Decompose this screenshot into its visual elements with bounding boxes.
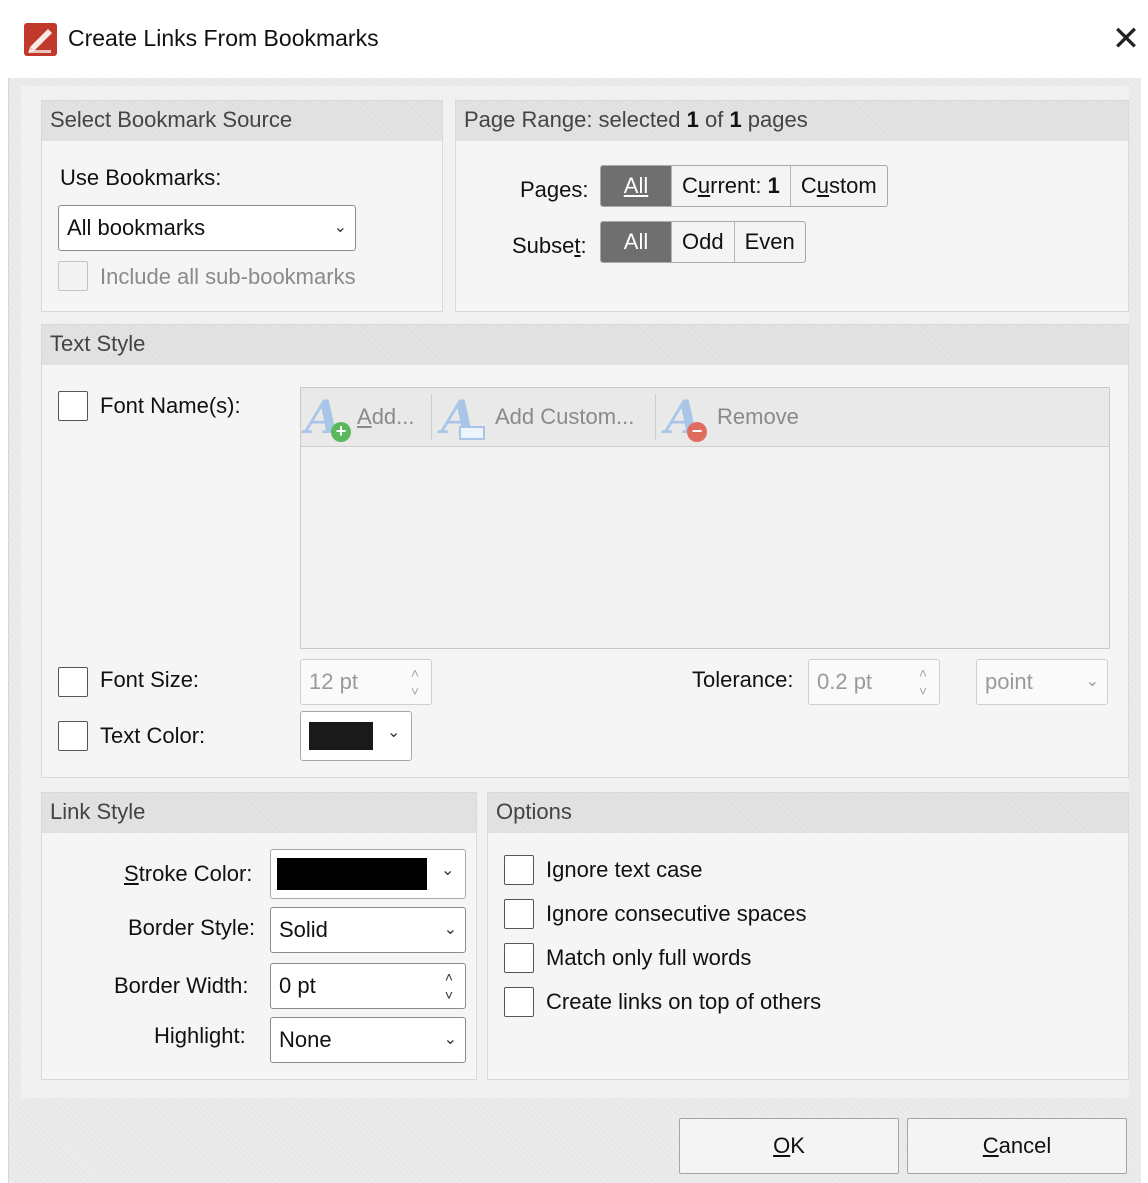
match-full-words-checkbox[interactable] bbox=[504, 943, 534, 973]
chevron-down-icon: ⌄ bbox=[441, 862, 455, 879]
spin-arrows-icon[interactable]: ˄ ˅ bbox=[405, 664, 425, 700]
font-names-checkbox[interactable] bbox=[58, 391, 88, 421]
chevron-down-icon: ⌄ bbox=[387, 724, 401, 741]
options-header: Options bbox=[488, 793, 1128, 833]
spin-arrows-icon[interactable]: ˄ ˅ bbox=[439, 968, 459, 1004]
font-size-input[interactable]: 12 pt ˄ ˅ bbox=[300, 659, 432, 705]
stroke-color-label: Stroke Color: bbox=[124, 861, 253, 886]
chevron-down-icon: ⌄ bbox=[1085, 673, 1099, 690]
ignore-consecutive-spaces-checkbox[interactable] bbox=[504, 899, 534, 929]
include-sub-bookmarks-label: Include all sub-bookmarks bbox=[100, 264, 356, 289]
tolerance-unit-select[interactable]: point ⌄ bbox=[976, 659, 1108, 705]
highlight-label: Highlight: bbox=[154, 1023, 246, 1048]
ignore-text-case-label: Ignore text case bbox=[546, 857, 703, 882]
font-size-checkbox[interactable] bbox=[58, 667, 88, 697]
add-font-icon: A + bbox=[305, 392, 351, 442]
font-names-list[interactable]: A + Add... A Add Custom... A − Remove bbox=[300, 387, 1110, 649]
text-style-header: Text Style bbox=[42, 325, 1128, 365]
use-bookmarks-value: All bookmarks bbox=[67, 215, 206, 240]
include-sub-bookmarks-checkbox[interactable] bbox=[58, 261, 88, 291]
content-area: Select Bookmark Source Use Bookmarks: Al… bbox=[21, 86, 1129, 1098]
close-icon[interactable]: ✕ bbox=[1104, 18, 1148, 62]
bookmark-source-group: Select Bookmark Source Use Bookmarks: Al… bbox=[41, 100, 443, 312]
chevron-down-icon: ⌄ bbox=[333, 219, 347, 236]
text-style-group: Text Style Font Name(s): A + Add... A Ad… bbox=[41, 324, 1129, 778]
pages-segmented: All Current: 1 Custom bbox=[600, 165, 888, 207]
font-names-label: Font Name(s): bbox=[100, 393, 241, 418]
border-style-label: Border Style: bbox=[128, 915, 256, 940]
pages-total-count: 1 bbox=[729, 107, 742, 132]
border-style-select[interactable]: Solid ⌄ bbox=[270, 907, 466, 953]
stroke-color-picker[interactable]: ⌄ bbox=[270, 849, 466, 899]
text-color-checkbox[interactable] bbox=[58, 721, 88, 751]
chevron-down-icon: ⌄ bbox=[443, 1031, 457, 1048]
link-style-header: Link Style bbox=[42, 793, 476, 833]
use-bookmarks-select[interactable]: All bookmarks ⌄ bbox=[58, 205, 356, 251]
pages-current-option[interactable]: Current: 1 bbox=[672, 166, 791, 206]
page-range-group: Page Range: selected 1 of 1 pages Pages:… bbox=[455, 100, 1129, 312]
border-width-input[interactable]: 0 pt ˄ ˅ bbox=[270, 963, 466, 1009]
ok-button[interactable]: OK bbox=[679, 1118, 899, 1174]
link-style-group: Link Style Stroke Color: ⌄ Border Style:… bbox=[41, 792, 477, 1080]
ignore-text-case-checkbox[interactable] bbox=[504, 855, 534, 885]
tolerance-label: Tolerance: bbox=[692, 667, 794, 692]
chevron-down-icon: ⌄ bbox=[443, 921, 457, 938]
create-links-on-top-label: Create links on top of others bbox=[546, 989, 822, 1014]
pdf-app-icon bbox=[24, 23, 57, 56]
subset-label: Subset: bbox=[512, 233, 587, 258]
font-size-label: Font Size: bbox=[100, 667, 200, 692]
title-bar: Create Links From Bookmarks ✕ bbox=[0, 0, 1148, 78]
use-bookmarks-label: Use Bookmarks: bbox=[60, 165, 222, 190]
window-title: Create Links From Bookmarks bbox=[68, 25, 379, 51]
pages-all-option[interactable]: All bbox=[601, 166, 672, 206]
pages-selected-count: 1 bbox=[686, 107, 699, 132]
remove-font-icon: A − bbox=[665, 392, 711, 442]
toolbar-separator bbox=[431, 394, 432, 440]
text-color-swatch bbox=[309, 722, 373, 750]
font-list-toolbar: A + Add... A Add Custom... A − Remove bbox=[301, 388, 1109, 447]
page-range-header: Page Range: selected 1 of 1 pages bbox=[456, 101, 1128, 141]
create-links-on-top-checkbox[interactable] bbox=[504, 987, 534, 1017]
remove-font-button[interactable]: A − Remove bbox=[665, 388, 799, 446]
pages-custom-option[interactable]: Custom bbox=[791, 166, 887, 206]
add-custom-font-icon: A bbox=[441, 392, 487, 442]
options-group: Options Ignore text case Ignore consecut… bbox=[487, 792, 1129, 1080]
ignore-consecutive-spaces-label: Ignore consecutive spaces bbox=[546, 901, 807, 926]
cancel-button[interactable]: Cancel bbox=[907, 1118, 1127, 1174]
subset-even-option[interactable]: Even bbox=[735, 222, 805, 262]
highlight-select[interactable]: None ⌄ bbox=[270, 1017, 466, 1063]
spin-arrows-icon[interactable]: ˄ ˅ bbox=[913, 664, 933, 700]
toolbar-separator bbox=[655, 394, 656, 440]
add-custom-font-button[interactable]: A Add Custom... bbox=[441, 388, 634, 446]
subset-odd-option[interactable]: Odd bbox=[672, 222, 735, 262]
dialog-body: Select Bookmark Source Use Bookmarks: Al… bbox=[8, 78, 1141, 1183]
subset-all-option[interactable]: All bbox=[601, 222, 672, 262]
add-font-button[interactable]: A + Add... bbox=[305, 388, 415, 446]
bookmark-source-header: Select Bookmark Source bbox=[42, 101, 442, 141]
stroke-color-swatch bbox=[277, 858, 427, 890]
pages-label: Pages: bbox=[520, 177, 589, 202]
border-width-label: Border Width: bbox=[114, 973, 249, 998]
text-color-label: Text Color: bbox=[100, 723, 206, 748]
subset-segmented: All Odd Even bbox=[600, 221, 806, 263]
match-full-words-label: Match only full words bbox=[546, 945, 752, 970]
text-color-picker[interactable]: ⌄ bbox=[300, 711, 412, 761]
tolerance-input[interactable]: 0.2 pt ˄ ˅ bbox=[808, 659, 940, 705]
